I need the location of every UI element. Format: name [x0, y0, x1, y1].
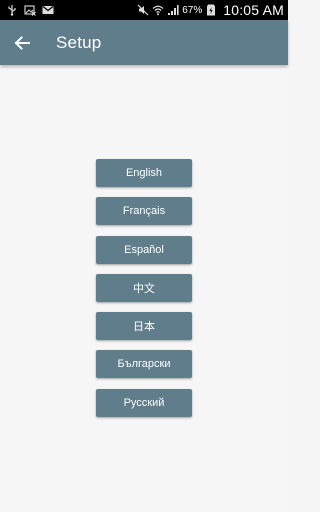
language-button-russian[interactable]: Русский [96, 388, 192, 417]
language-button-japanese[interactable]: 日本 [96, 312, 192, 341]
wifi-icon [152, 4, 164, 16]
battery-charging-icon [205, 4, 217, 16]
language-button-bulgarian[interactable]: Български [96, 350, 192, 379]
image-crossed-icon [24, 4, 36, 16]
setup-screen: 67% 10:05 AM Setup English Français Espa… [0, 0, 288, 512]
language-button-english[interactable]: English [96, 159, 192, 187]
back-button[interactable] [10, 31, 34, 55]
app-bar: Setup [0, 20, 288, 65]
language-button-chinese[interactable]: 中文 [96, 273, 192, 302]
notification-icons [6, 4, 54, 16]
battery-percent: 67% [182, 4, 203, 16]
arrow-left-icon [14, 35, 30, 50]
language-list: English Français Español 中文 日本 Български… [96, 159, 192, 427]
mute-icon [137, 4, 149, 16]
gmail-icon [42, 4, 54, 16]
page-title: Setup [56, 32, 102, 52]
usb-icon [6, 4, 18, 16]
status-time: 10:05 AM [223, 2, 284, 18]
language-button-spanish[interactable]: Español [96, 235, 192, 264]
system-icons: 67% 10:05 AM [137, 2, 284, 18]
signal-icon [167, 4, 179, 16]
status-bar: 67% 10:05 AM [0, 0, 288, 20]
language-button-french[interactable]: Français [96, 197, 192, 226]
